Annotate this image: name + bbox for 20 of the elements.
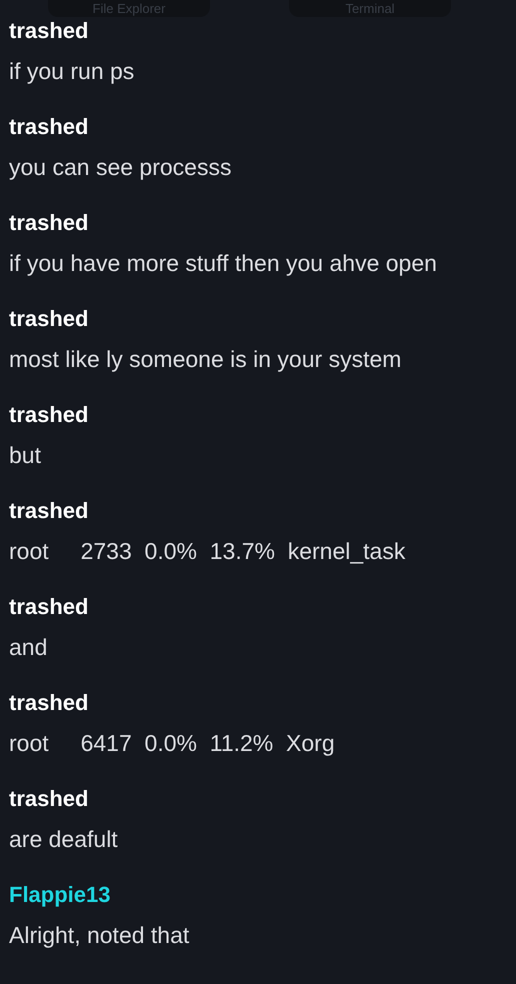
username: trashed [9, 401, 88, 429]
message-text: and [9, 633, 48, 661]
username: trashed [9, 785, 88, 813]
username: trashed [9, 305, 88, 333]
message-text: if you have more stuff then you ahve open [9, 249, 437, 277]
username: Flappie13 [9, 881, 110, 909]
message-text: you can see processs [9, 153, 232, 181]
message-text: but [9, 441, 41, 469]
message-text: Alright, noted that [9, 921, 190, 949]
username: trashed [9, 689, 88, 717]
message-text: if you run ps [9, 57, 134, 85]
message-text: are deafult [9, 825, 118, 853]
message-text: root 2733 0.0% 13.7% kernel_task [9, 537, 406, 565]
username: trashed [9, 17, 88, 45]
username: trashed [9, 113, 88, 141]
username: trashed [9, 209, 88, 237]
username: trashed [9, 497, 88, 525]
username: trashed [9, 593, 88, 621]
message-text: root 6417 0.0% 11.2% Xorg [9, 729, 335, 757]
message-text: most like ly someone is in your system [9, 345, 402, 373]
